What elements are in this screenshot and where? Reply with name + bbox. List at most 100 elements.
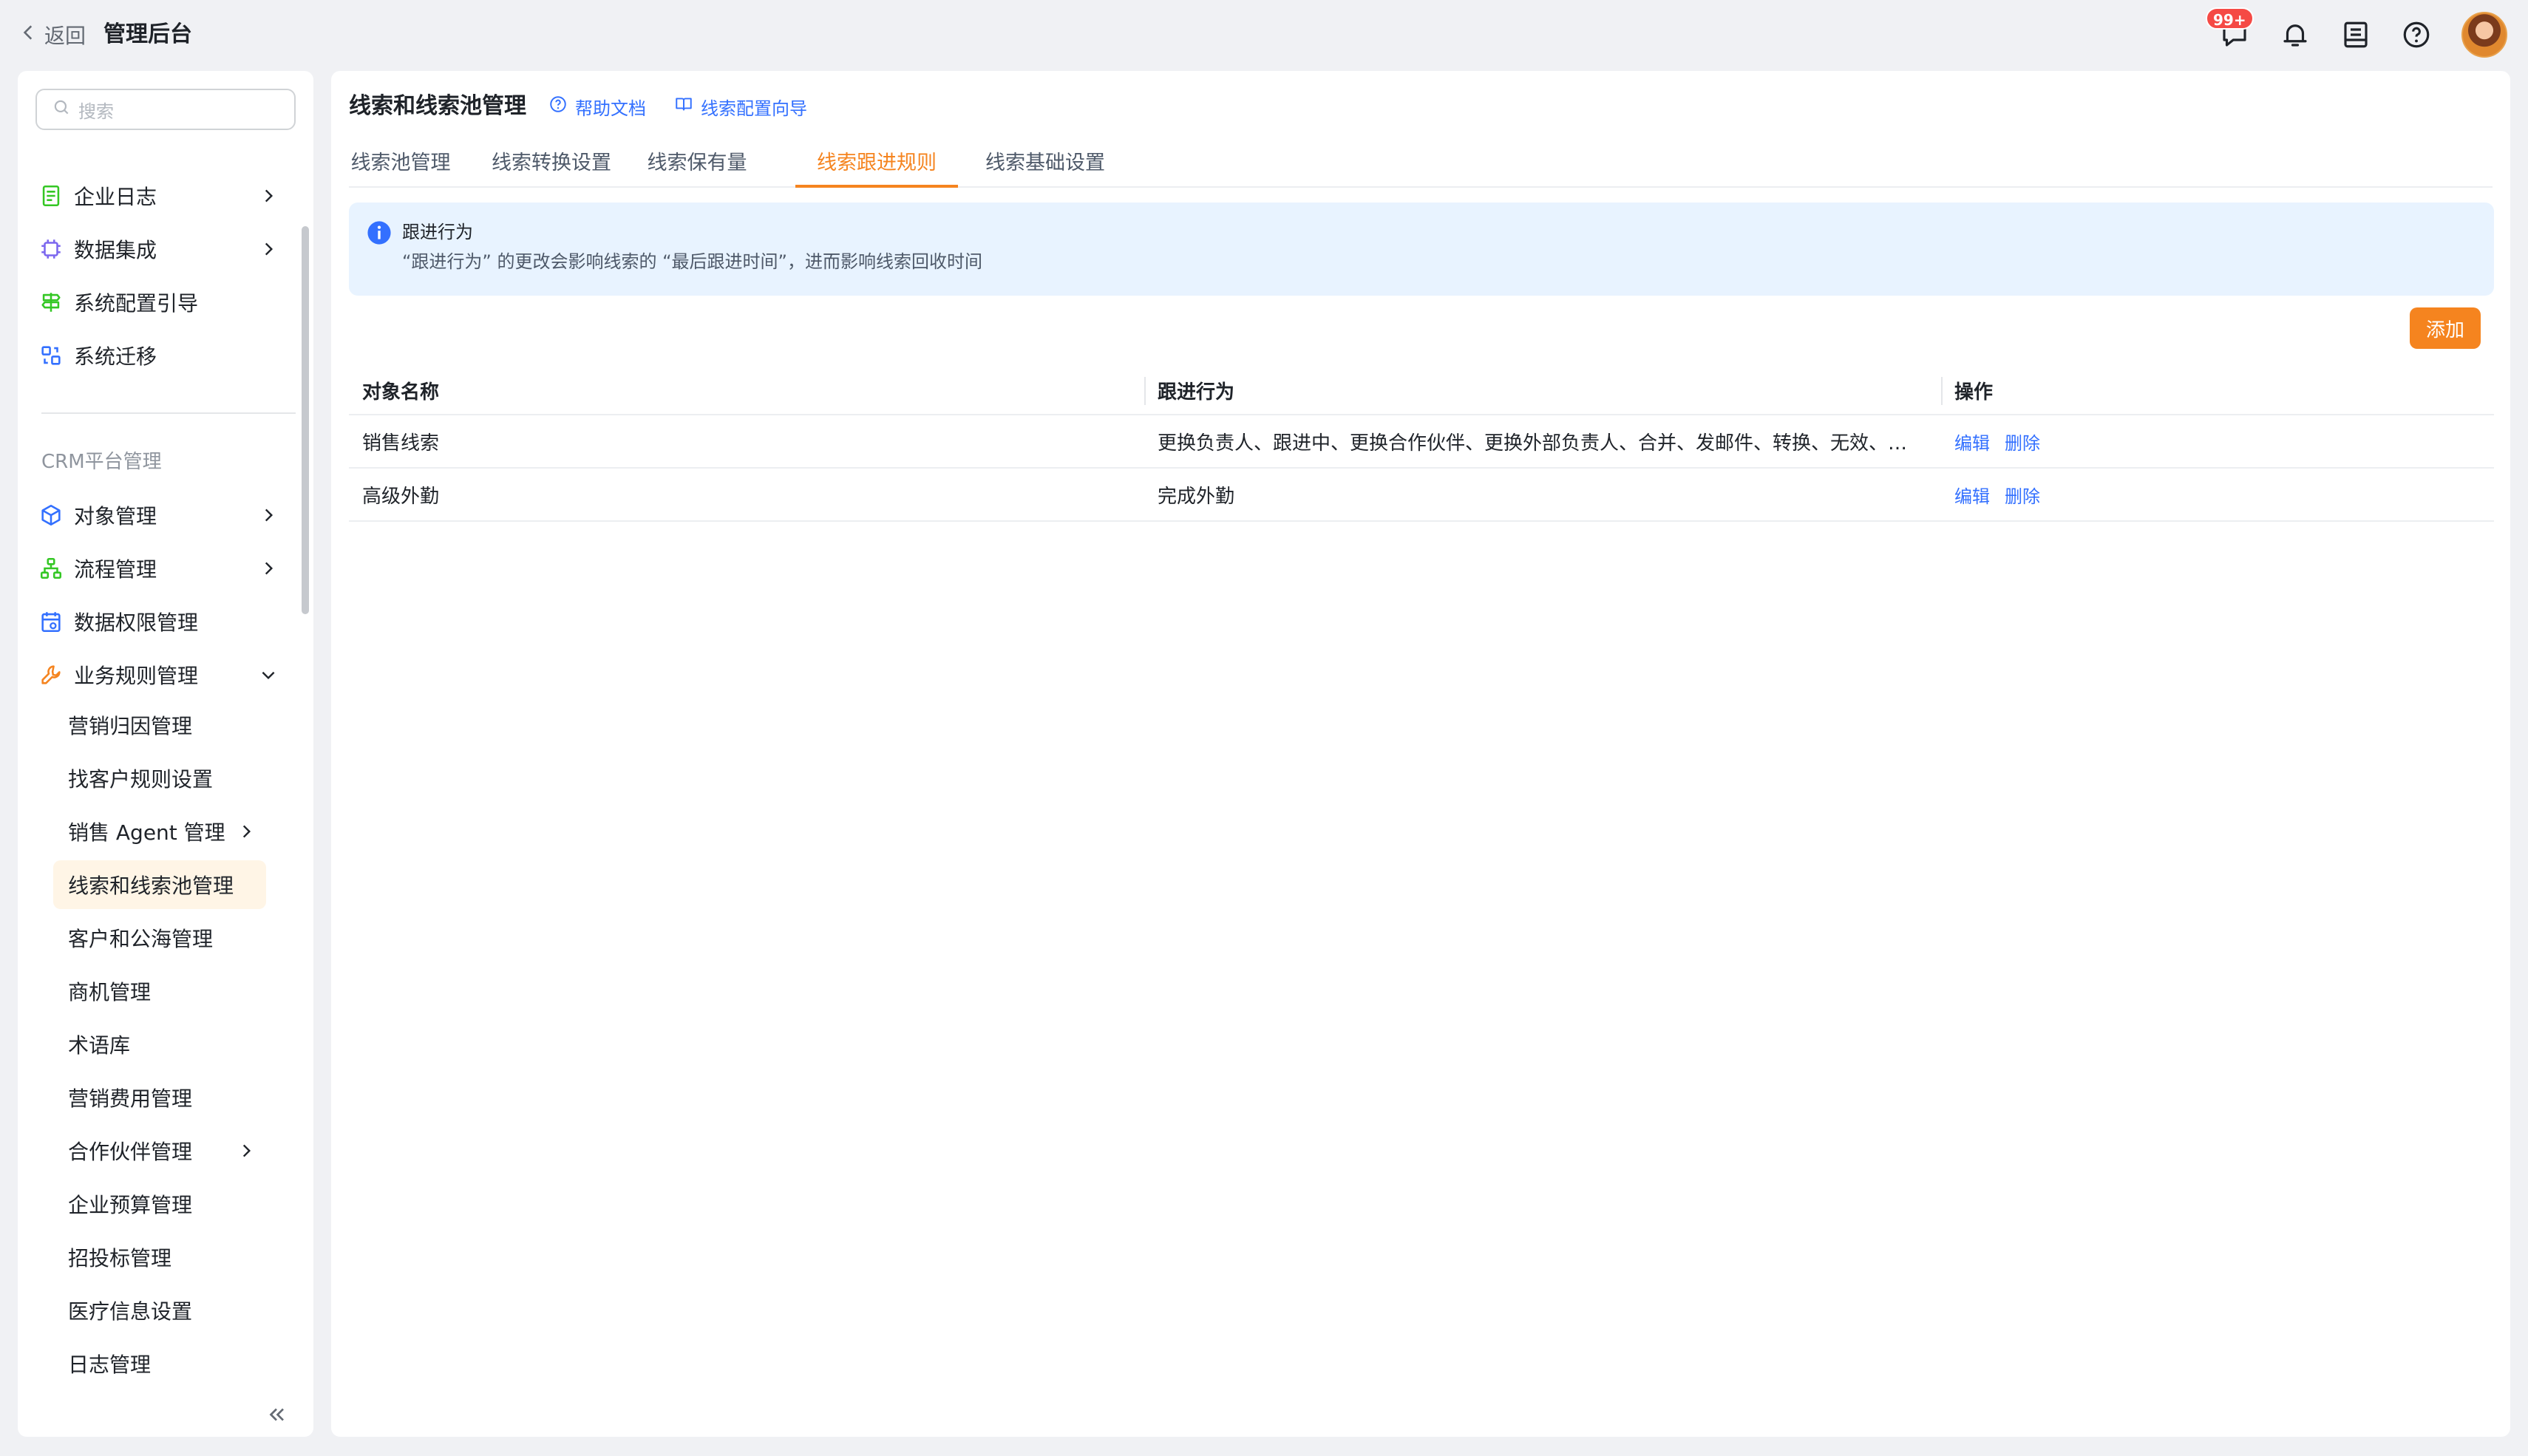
sidebar-scrollbar[interactable]	[302, 226, 309, 614]
sidebar-subitem-find-customer-rules[interactable]: 找客户规则设置	[35, 754, 265, 803]
sidebar-subitem-label: 线索和线索池管理	[68, 874, 234, 898]
search-icon	[52, 98, 71, 121]
sidebar-subitem-label: 医疗信息设置	[68, 1299, 193, 1324]
sidebar-subitem-budget[interactable]: 企业预算管理	[35, 1180, 265, 1228]
sidebar-item-label: 系统迁移	[74, 344, 157, 369]
wrench-icon	[38, 662, 64, 687]
sidebar-group-label: CRM平台管理	[41, 451, 162, 473]
sidebar-item-label: 对象管理	[74, 504, 157, 528]
chevron-left-icon	[19, 23, 38, 47]
delete-link[interactable]: 删除	[2005, 482, 2040, 508]
back-button[interactable]: 返回	[19, 19, 86, 50]
sidebar-subitem-customer-sea[interactable]: 客户和公海管理	[35, 914, 265, 962]
sidebar-divider	[41, 412, 296, 414]
help-circle-icon	[548, 95, 568, 118]
add-button[interactable]: 添加	[2410, 307, 2481, 349]
sidebar-item-business-rules[interactable]: 业务规则管理	[38, 653, 282, 696]
sidebar-subitem-glossary[interactable]: 术语库	[35, 1020, 265, 1069]
table-row: 销售线索 更换负责人、跟进中、更换合作伙伴、更换外部负责人、合并、发邮件、转换、…	[349, 415, 2494, 469]
sidebar-item-label: 数据权限管理	[74, 610, 199, 635]
collapse-sidebar-icon[interactable]	[263, 1401, 290, 1428]
sidebar-subitem-label: 客户和公海管理	[68, 927, 214, 951]
tab-lead-conversion[interactable]: 线索转换设置	[486, 142, 616, 188]
chevron-right-icon	[265, 508, 273, 522]
tab-bar: 线索池管理 线索转换设置 线索保有量 线索跟进规则 线索基础设置	[349, 142, 2493, 188]
alert-title: 跟进行为	[402, 222, 473, 242]
sidebar-subitem-marketing-cost[interactable]: 营销费用管理	[35, 1073, 265, 1122]
column-separator[interactable]	[1144, 377, 1146, 405]
message-badge: 99+	[2206, 7, 2254, 30]
edit-link[interactable]: 编辑	[1954, 429, 1990, 455]
sidebar-subitem-label: 企业预算管理	[68, 1193, 193, 1217]
flow-icon	[38, 556, 64, 581]
sidebar-item-data-permission[interactable]: 数据权限管理	[38, 600, 282, 643]
object-name-cell: 高级外勤	[362, 485, 440, 508]
search-placeholder: 搜索	[78, 101, 114, 122]
sidebar-item-system-migration[interactable]: 系统迁移	[38, 334, 282, 377]
alert-description: “跟进行为” 的更改会影响线索的 “最后跟进时间”，进而影响线索回收时间	[402, 251, 982, 272]
column-header-object-name: 对象名称	[362, 381, 440, 404]
column-header-actions: 操作	[1954, 381, 1994, 404]
info-icon	[367, 221, 391, 245]
sidebar-subitem-label: 找客户规则设置	[68, 767, 214, 792]
sidebar-item-object-management[interactable]: 对象管理	[38, 494, 282, 537]
sidebar-subitem-partner[interactable]: 合作伙伴管理	[35, 1126, 265, 1175]
search-input[interactable]: 搜索	[35, 89, 296, 130]
sidebar-subitem-medical-info[interactable]: 医疗信息设置	[35, 1286, 265, 1335]
sidebar-subitem-label: 日志管理	[68, 1353, 152, 1377]
sidebar-item-label: 数据集成	[74, 238, 157, 262]
lead-config-guide-link[interactable]: 线索配置向导	[674, 92, 807, 121]
delete-link[interactable]: 删除	[2005, 429, 2040, 455]
cube-icon	[38, 503, 64, 528]
help-doc-link[interactable]: 帮助文档	[548, 92, 646, 121]
chevron-right-icon	[265, 189, 273, 203]
sidebar: 搜索 企业日志 数据集成 系统配置引导 系统迁移 CRM平台管理 对象管理 流程…	[18, 71, 313, 1437]
top-icons: 99+	[2206, 7, 2507, 58]
sidebar-subitem-label: 营销费用管理	[68, 1086, 193, 1111]
page-title: 线索和线索池管理	[349, 93, 526, 119]
sidebar-item-label: 企业日志	[74, 185, 157, 209]
main-panel: 线索和线索池管理 帮助文档 线索配置向导 线索池管理 线索转换设置 线索保有量 …	[331, 71, 2510, 1437]
signpost-icon	[38, 290, 64, 315]
actions-cell: 编辑 删除	[1954, 469, 2472, 520]
tab-lead-pool[interactable]: 线索池管理	[349, 142, 452, 188]
actions-cell: 编辑 删除	[1954, 415, 2472, 467]
sidebar-subitem-label: 招投标管理	[68, 1246, 172, 1270]
sidebar-item-process-management[interactable]: 流程管理	[38, 547, 282, 590]
app-title: 管理后台	[103, 21, 192, 47]
migrate-icon	[38, 343, 64, 368]
sidebar-item-label: 业务规则管理	[74, 664, 199, 688]
edit-link[interactable]: 编辑	[1954, 482, 1990, 508]
sidebar-subitem-opportunity[interactable]: 商机管理	[35, 967, 265, 1016]
lead-config-guide-label: 线索配置向导	[701, 98, 807, 119]
sidebar-subitem-sales-agent[interactable]: 销售 Agent 管理	[35, 807, 265, 856]
column-header-followup-behavior: 跟进行为	[1158, 381, 1235, 404]
bell-icon[interactable]	[2280, 19, 2311, 50]
info-alert: 跟进行为 “跟进行为” 的更改会影响线索的 “最后跟进时间”，进而影响线索回收时…	[349, 203, 2494, 296]
tab-lead-followup-rules[interactable]: 线索跟进规则	[795, 142, 958, 188]
sidebar-subitem-log-management[interactable]: 日志管理	[35, 1339, 265, 1388]
table-header: 对象名称 跟进行为 操作	[349, 367, 2494, 415]
sidebar-item-data-integration[interactable]: 数据集成	[38, 228, 282, 271]
tab-lead-basic-settings[interactable]: 线索基础设置	[980, 142, 1110, 188]
help-icon[interactable]	[2401, 19, 2432, 50]
sidebar-subitem-label: 营销归因管理	[68, 714, 193, 738]
chat-icon[interactable]: 99+	[2206, 7, 2254, 50]
tab-lead-retention[interactable]: 线索保有量	[640, 142, 754, 188]
sidebar-subitem-bidding[interactable]: 招投标管理	[35, 1233, 265, 1282]
sidebar-item-system-config-guide[interactable]: 系统配置引导	[38, 281, 282, 324]
sidebar-item-enterprise-log[interactable]: 企业日志	[38, 174, 282, 217]
column-separator[interactable]	[1941, 377, 1943, 405]
chevron-right-icon	[265, 242, 273, 256]
sidebar-subitem-marketing-attribution[interactable]: 营销归因管理	[35, 701, 265, 749]
object-name-cell: 销售线索	[362, 432, 440, 455]
sidebar-item-label: 系统配置引导	[74, 291, 199, 316]
chip-icon	[38, 237, 64, 262]
avatar[interactable]	[2461, 12, 2507, 58]
back-label: 返回	[44, 24, 86, 48]
inbox-icon[interactable]	[2340, 19, 2371, 50]
followup-behavior-text: 完成外勤	[1158, 485, 1235, 508]
chevron-down-icon	[262, 671, 275, 680]
sidebar-subitem-leads-pool[interactable]: 线索和线索池管理	[53, 860, 266, 909]
top-bar: 返回 管理后台 99+	[0, 0, 2528, 69]
